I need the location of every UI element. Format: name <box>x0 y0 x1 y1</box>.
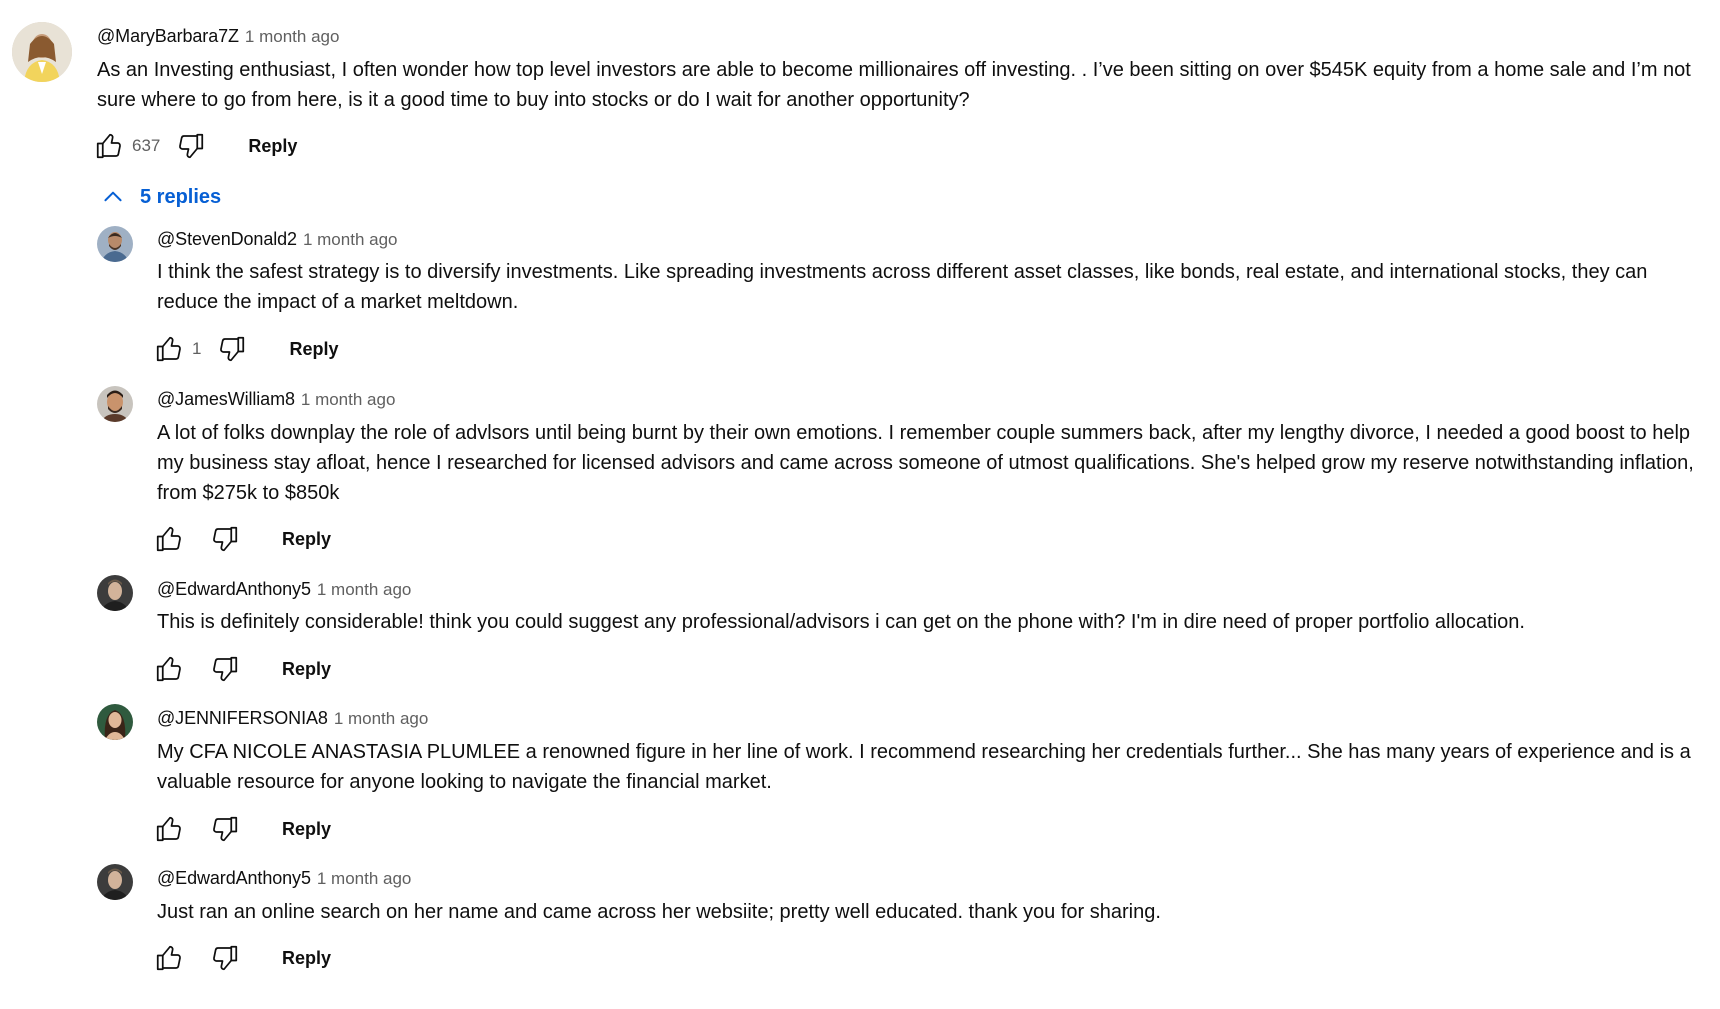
thumbs-up-icon <box>156 816 181 842</box>
comment-actions: Reply <box>152 651 331 687</box>
avatar[interactable] <box>97 386 133 422</box>
comment-text: I think the safest strategy is to divers… <box>157 261 1648 313</box>
thumbs-up-icon <box>96 133 121 159</box>
dislike-button[interactable] <box>208 652 242 686</box>
replies-count-label: 5 replies <box>140 185 222 208</box>
thumbs-down-icon <box>213 816 238 842</box>
comment-author[interactable]: @MaryBarbara7Z <box>97 26 239 46</box>
comment-text: This is definitely considerable! think y… <box>157 611 1525 633</box>
thumbs-up-icon <box>156 336 181 362</box>
like-button[interactable] <box>152 812 186 846</box>
comment-timestamp[interactable]: 1 month ago <box>303 230 398 249</box>
reply-button[interactable]: Reply <box>282 529 331 550</box>
comment-timestamp[interactable]: 1 month ago <box>317 580 412 599</box>
chevron-up-icon <box>104 191 122 202</box>
dislike-button[interactable] <box>174 129 208 163</box>
thumbs-up-icon <box>156 526 181 552</box>
dislike-button[interactable] <box>208 812 242 846</box>
avatar[interactable] <box>97 226 133 262</box>
comment-author[interactable]: @JamesWilliam8 <box>157 389 295 409</box>
thumbs-down-icon <box>213 526 238 552</box>
comment-actions: 1 Reply <box>152 331 339 367</box>
reply-button[interactable]: Reply <box>248 136 297 157</box>
like-button[interactable] <box>152 941 186 975</box>
comment-timestamp[interactable]: 1 month ago <box>334 709 429 728</box>
dislike-button[interactable] <box>208 941 242 975</box>
reply-button[interactable]: Reply <box>289 339 338 360</box>
hide-replies-button[interactable]: 5 replies <box>100 184 221 210</box>
reply-button[interactable]: Reply <box>282 659 331 680</box>
comment-text: My CFA NICOLE ANASTASIA PLUMLEE a renown… <box>157 741 1691 793</box>
comment-author[interactable]: @EdwardAnthony5 <box>157 868 311 888</box>
thumbs-down-icon <box>220 336 245 362</box>
comment-actions: Reply <box>152 521 331 557</box>
comment-text: As an Investing enthusiast, I often wond… <box>97 59 1691 111</box>
comment-timestamp[interactable]: 1 month ago <box>301 390 396 409</box>
dislike-button[interactable] <box>208 522 242 556</box>
avatar[interactable] <box>12 22 72 82</box>
avatar[interactable] <box>97 704 133 740</box>
like-button[interactable] <box>152 652 186 686</box>
comment-actions: Reply <box>152 940 331 976</box>
like-button[interactable] <box>152 332 186 366</box>
thumbs-down-icon <box>213 945 238 971</box>
comment-author[interactable]: @EdwardAnthony5 <box>157 579 311 599</box>
thumbs-up-icon <box>156 656 181 682</box>
comment-actions: 637 Reply <box>92 128 297 164</box>
comment-actions: Reply <box>152 811 331 847</box>
like-count: 637 <box>132 136 161 155</box>
thumbs-down-icon <box>213 656 238 682</box>
dislike-button[interactable] <box>215 332 249 366</box>
like-button[interactable] <box>152 522 186 556</box>
avatar[interactable] <box>97 575 133 611</box>
thumbs-up-icon <box>156 945 181 971</box>
like-count: 1 <box>192 339 202 358</box>
reply-button[interactable]: Reply <box>282 819 331 840</box>
comment-timestamp[interactable]: 1 month ago <box>317 869 412 888</box>
reply-button[interactable]: Reply <box>282 948 331 969</box>
comment-author[interactable]: @StevenDonald2 <box>157 229 297 249</box>
like-button[interactable] <box>92 129 126 163</box>
comment-text: A lot of folks downplay the role of advl… <box>157 422 1694 504</box>
comment-author[interactable]: @JENNIFERSONIA8 <box>157 708 328 728</box>
thumbs-down-icon <box>179 133 204 159</box>
avatar[interactable] <box>97 864 133 900</box>
comment-timestamp[interactable]: 1 month ago <box>245 27 340 46</box>
comment-text: Just ran an online search on her name an… <box>157 901 1161 923</box>
